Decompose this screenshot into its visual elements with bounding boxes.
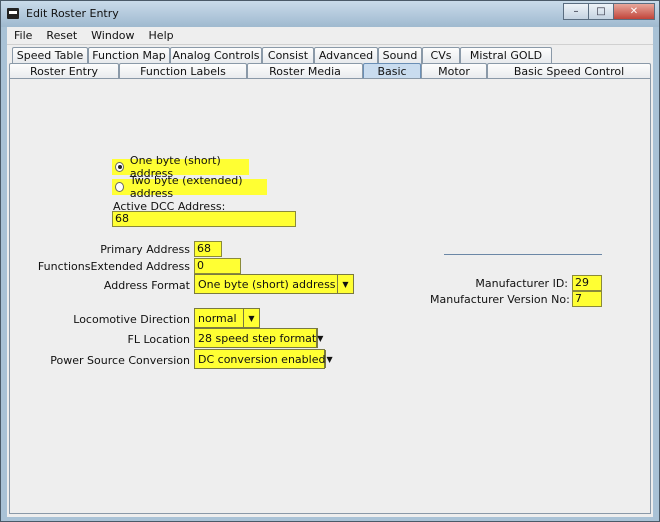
fl-location-value: 28 speed step format: [198, 331, 317, 345]
menu-help[interactable]: Help: [142, 29, 181, 42]
tab-area: Speed Table Function Map Analog Controls…: [7, 45, 653, 517]
long-address-radio[interactable]: [115, 182, 124, 192]
chevron-down-icon[interactable]: ▼: [325, 350, 333, 368]
address-format-label: Address Format: [103, 279, 190, 292]
menu-window[interactable]: Window: [84, 29, 141, 42]
tab-mistral-gold-v6[interactable]: Mistral GOLD V6: [460, 47, 552, 77]
manufacturer-version-field[interactable]: 7: [572, 291, 602, 307]
address-format-select[interactable]: One byte (short) address ▼: [194, 274, 354, 294]
tab-sound[interactable]: Sound: [378, 47, 422, 64]
address-format-value: One byte (short) address: [198, 277, 336, 291]
loco-direction-label: Locomotive Direction: [73, 313, 190, 326]
minimize-button[interactable]: –: [563, 3, 589, 20]
title-bar: Edit Roster Entry – □ ✕: [1, 1, 659, 27]
maximize-button[interactable]: □: [588, 3, 614, 20]
functions-extended-label: FunctionsExtended Address: [37, 260, 190, 273]
tab-function-map[interactable]: Function Map: [88, 47, 170, 64]
tab-advanced[interactable]: Advanced: [314, 47, 378, 64]
menu-bar: File Reset Window Help: [7, 27, 653, 45]
manufacturer-id-label: Manufacturer ID:: [475, 277, 568, 290]
menu-reset[interactable]: Reset: [39, 29, 84, 42]
menu-file[interactable]: File: [7, 29, 39, 42]
loco-direction-value: normal: [198, 311, 237, 325]
fl-location-label: FL Location: [127, 333, 190, 346]
chevron-down-icon[interactable]: ▼: [337, 275, 353, 293]
power-source-value: DC conversion enabled: [198, 352, 326, 366]
primary-address-field[interactable]: 68: [194, 241, 222, 257]
short-address-radio[interactable]: [115, 162, 124, 172]
long-address-option[interactable]: Two byte (extended) address: [112, 174, 267, 200]
long-address-label: Two byte (extended) address: [129, 174, 243, 200]
active-dcc-field[interactable]: 68: [112, 211, 296, 227]
power-source-label: Power Source Conversion: [50, 354, 190, 367]
chevron-down-icon[interactable]: ▼: [316, 329, 323, 347]
close-button[interactable]: ✕: [613, 3, 655, 20]
edit-roster-window: Edit Roster Entry – □ ✕ File Reset Windo…: [0, 0, 660, 522]
tab-consist[interactable]: Consist: [262, 47, 314, 64]
tab-analog-controls[interactable]: Analog Controls: [170, 47, 262, 64]
basic-panel: One byte (short) address Two byte (exten…: [9, 78, 651, 514]
chevron-down-icon[interactable]: ▼: [243, 309, 259, 327]
tab-speed-table[interactable]: Speed Table: [12, 47, 88, 64]
app-icon: [7, 8, 19, 19]
fl-location-select[interactable]: 28 speed step format ▼: [194, 328, 323, 348]
loco-direction-select[interactable]: normal ▼: [194, 308, 260, 328]
tab-cvs[interactable]: CVs: [422, 47, 460, 64]
power-source-select[interactable]: DC conversion enabled ▼: [194, 349, 333, 369]
manufacturer-id-field[interactable]: 29: [572, 275, 602, 291]
short-address-option[interactable]: One byte (short) address: [112, 154, 249, 180]
window-title: Edit Roster Entry: [26, 7, 119, 20]
separator-line: [444, 254, 602, 255]
manufacturer-version-label: Manufacturer Version No:: [430, 293, 570, 306]
primary-address-label: Primary Address: [100, 243, 190, 256]
functions-extended-field[interactable]: 0: [194, 258, 241, 274]
